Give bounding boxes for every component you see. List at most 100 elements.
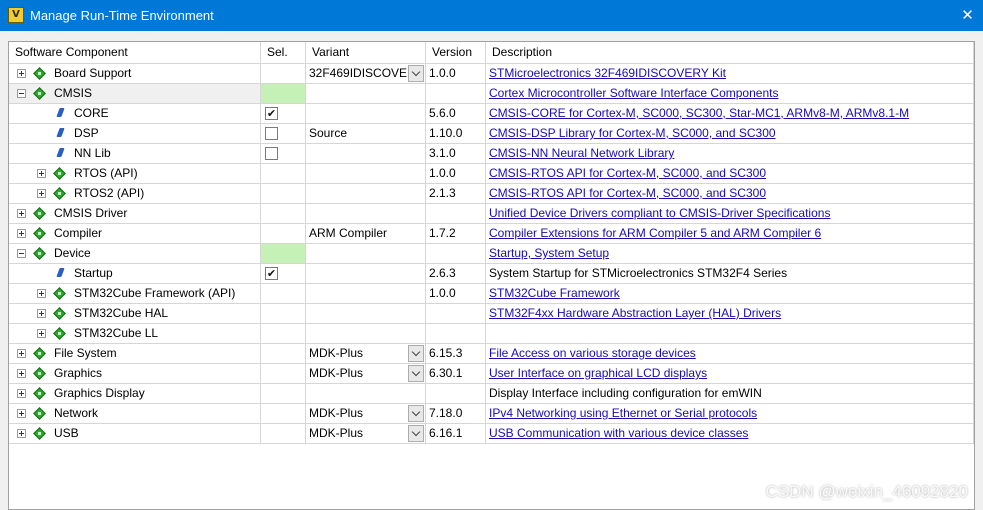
selection-cell[interactable] — [261, 84, 306, 104]
description-cell[interactable]: User Interface on graphical LCD displays — [486, 364, 974, 384]
component-cell[interactable]: Device — [9, 244, 261, 264]
collapse-icon[interactable] — [17, 249, 26, 258]
description-link[interactable]: CMSIS-RTOS API for Cortex-M, SC000, and … — [489, 166, 766, 180]
unchecked-checkbox[interactable] — [265, 127, 278, 140]
description-cell[interactable]: CMSIS-RTOS API for Cortex-M, SC000, and … — [486, 164, 974, 184]
expand-icon[interactable] — [17, 69, 26, 78]
description-cell[interactable]: CMSIS-RTOS API for Cortex-M, SC000, and … — [486, 184, 974, 204]
tree-row[interactable]: Compiler ARM Compiler 1.7.2 Compiler Extens… — [9, 224, 974, 244]
description-link[interactable]: File Access on various storage devices — [489, 346, 696, 360]
component-cell[interactable]: File System — [9, 344, 261, 364]
tree-row[interactable]: RTOS (API) 1.0.0 CMSIS-RTOS API for Cortex… — [9, 164, 974, 184]
selection-cell[interactable]: ✔ — [261, 264, 306, 284]
component-cell[interactable]: DSP — [9, 124, 261, 144]
variant-cell[interactable]: MDK-Plus — [306, 364, 426, 384]
description-link[interactable]: USB Communication with various device cl… — [489, 426, 748, 440]
tree-row[interactable]: STM32Cube Framework (API) 1.0.0 STM32Cube … — [9, 284, 974, 304]
component-cell[interactable]: Compiler — [9, 224, 261, 244]
component-cell[interactable]: CMSIS Driver — [9, 204, 261, 224]
description-cell[interactable]: Unified Device Drivers compliant to CMSI… — [486, 204, 974, 224]
expand-icon[interactable] — [17, 429, 26, 438]
tree-row[interactable]: Graphics Display Display Interface includ… — [9, 384, 974, 404]
header-sel[interactable]: Sel. — [261, 42, 306, 64]
tree-row[interactable]: Graphics MDK-Plus 6.30.1 User Interface on … — [9, 364, 974, 384]
component-cell[interactable]: Network — [9, 404, 261, 424]
expand-icon[interactable] — [37, 309, 46, 318]
tree-row[interactable]: DSP Source 1.10.0 CMSIS-DSP Library for Cor… — [9, 124, 974, 144]
description-cell[interactable]: File Access on various storage devices — [486, 344, 974, 364]
description-link[interactable]: Cortex Microcontroller Software Interfac… — [489, 86, 778, 100]
expand-icon[interactable] — [17, 229, 26, 238]
tree-row[interactable]: Device Startup, System Setup — [9, 244, 974, 264]
description-cell[interactable]: CMSIS-DSP Library for Cortex-M, SC000, a… — [486, 124, 974, 144]
expand-icon[interactable] — [37, 289, 46, 298]
expand-icon[interactable] — [17, 349, 26, 358]
selection-cell[interactable] — [261, 144, 306, 164]
selection-cell[interactable] — [261, 364, 306, 384]
description-cell[interactable]: STMicroelectronics 32F469IDISCOVERY Kit — [486, 64, 974, 84]
description-link[interactable]: STMicroelectronics 32F469IDISCOVERY Kit — [489, 66, 726, 80]
header-description[interactable]: Description — [486, 42, 974, 64]
description-link[interactable]: CMSIS-NN Neural Network Library — [489, 146, 674, 160]
expand-icon[interactable] — [37, 329, 46, 338]
tree-row[interactable]: Network MDK-Plus 7.18.0 IPv4 Networking usi… — [9, 404, 974, 424]
component-cell[interactable]: RTOS2 (API) — [9, 184, 261, 204]
selection-cell[interactable] — [261, 324, 306, 344]
selection-cell[interactable] — [261, 204, 306, 224]
variant-dropdown-icon[interactable] — [408, 365, 424, 382]
selection-cell[interactable] — [261, 64, 306, 84]
selection-cell[interactable] — [261, 384, 306, 404]
description-cell[interactable]: Cortex Microcontroller Software Interfac… — [486, 84, 974, 104]
component-cell[interactable]: CORE — [9, 104, 261, 124]
variant-dropdown-icon[interactable] — [408, 65, 424, 82]
description-cell[interactable]: CMSIS-CORE for Cortex-M, SC000, SC300, S… — [486, 104, 974, 124]
component-cell[interactable]: CMSIS — [9, 84, 261, 104]
component-cell[interactable]: NN Lib — [9, 144, 261, 164]
close-button[interactable]: ✕ — [952, 0, 983, 31]
description-cell[interactable]: IPv4 Networking using Ethernet or Serial… — [486, 404, 974, 424]
tree-row[interactable]: Board Support 32F469IDISCOVERY 1.0.0 STMicr… — [9, 64, 974, 84]
tree-row[interactable]: STM32Cube LL — [9, 324, 974, 344]
description-cell[interactable]: Startup, System Setup — [486, 244, 974, 264]
tree-row[interactable]: USB MDK-Plus 6.16.1 USB Communication with … — [9, 424, 974, 444]
description-cell[interactable]: STM32F4xx Hardware Abstraction Layer (HA… — [486, 304, 974, 324]
description-link[interactable]: CMSIS-DSP Library for Cortex-M, SC000, a… — [489, 126, 776, 140]
header-version[interactable]: Version — [426, 42, 486, 64]
description-link[interactable]: User Interface on graphical LCD displays — [489, 366, 707, 380]
header-software-component[interactable]: Software Component — [9, 42, 261, 64]
component-cell[interactable]: Startup — [9, 264, 261, 284]
expand-icon[interactable] — [17, 209, 26, 218]
tree-row[interactable]: NN Lib 3.1.0 CMSIS-NN Neural Network Libra… — [9, 144, 974, 164]
window-titlebar[interactable]: V Manage Run-Time Environment ✕ — [0, 0, 983, 31]
description-link[interactable]: CMSIS-CORE for Cortex-M, SC000, SC300, S… — [489, 106, 909, 120]
selection-cell[interactable] — [261, 224, 306, 244]
expand-icon[interactable] — [37, 169, 46, 178]
collapse-icon[interactable] — [17, 89, 26, 98]
header-variant[interactable]: Variant — [306, 42, 426, 64]
checked-checkbox[interactable]: ✔ — [265, 107, 278, 120]
variant-cell[interactable]: MDK-Plus — [306, 344, 426, 364]
component-cell[interactable]: RTOS (API) — [9, 164, 261, 184]
expand-icon[interactable] — [37, 189, 46, 198]
variant-dropdown-icon[interactable] — [408, 425, 424, 442]
variant-cell[interactable]: 32F469IDISCOVERY — [306, 64, 426, 84]
selection-cell[interactable] — [261, 284, 306, 304]
tree-row[interactable]: CMSIS Cortex Microcontroller Software Int… — [9, 84, 974, 104]
selection-cell[interactable] — [261, 244, 306, 264]
component-cell[interactable]: USB — [9, 424, 261, 444]
component-cell[interactable]: STM32Cube HAL — [9, 304, 261, 324]
description-link[interactable]: STM32Cube Framework — [489, 286, 620, 300]
description-link[interactable]: STM32F4xx Hardware Abstraction Layer (HA… — [489, 306, 781, 320]
description-link[interactable]: Compiler Extensions for ARM Compiler 5 a… — [489, 226, 821, 240]
tree-row[interactable]: CMSIS Driver Unified Device Drivers compl… — [9, 204, 974, 224]
checked-checkbox[interactable]: ✔ — [265, 267, 278, 280]
selection-cell[interactable] — [261, 184, 306, 204]
variant-cell[interactable]: MDK-Plus — [306, 404, 426, 424]
tree-row[interactable]: CORE ✔ 5.6.0 CMSIS-CORE for Cortex-M, SC000… — [9, 104, 974, 124]
description-link[interactable]: CMSIS-RTOS API for Cortex-M, SC000, and … — [489, 186, 766, 200]
description-link[interactable]: Startup, System Setup — [489, 246, 609, 260]
selection-cell[interactable]: ✔ — [261, 104, 306, 124]
tree-row[interactable]: STM32Cube HAL STM32F4xx Hardware Abstract… — [9, 304, 974, 324]
tree-row[interactable]: Startup ✔ 2.6.3 System Startup for STMicroe… — [9, 264, 974, 284]
expand-icon[interactable] — [17, 389, 26, 398]
